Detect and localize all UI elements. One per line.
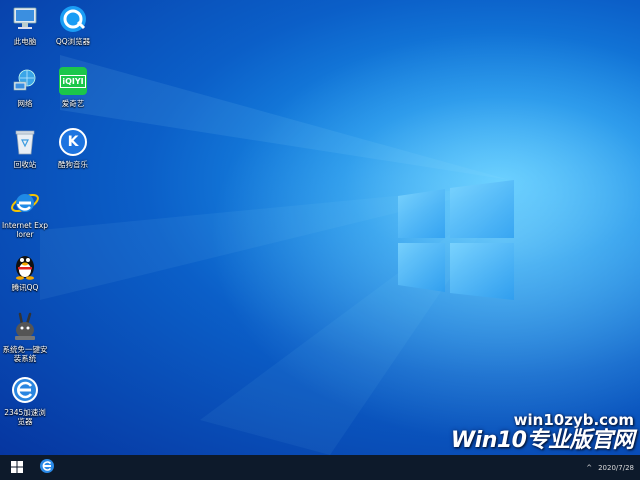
watermark: win10zyb.com Win10专业版官网: [450, 411, 635, 453]
watermark-url: win10zyb.com: [513, 411, 634, 429]
internet-explorer-icon: [10, 188, 40, 218]
desktop-icon-one-click-installer[interactable]: 系统免一键安装系统: [1, 312, 49, 363]
desktop-icon-label: 爱奇艺: [61, 99, 85, 108]
logo-pane-tr: [450, 180, 514, 238]
2345-browser-icon: [10, 375, 40, 405]
desktop-icon-label: 系统免一键安装系统: [2, 345, 48, 363]
desktop-icon-2345-browser[interactable]: 2345加速浏览器: [1, 375, 49, 426]
desktop-icon-recycle-bin[interactable]: 回收站: [1, 127, 49, 169]
system-tray: ^ 2020/7/28: [586, 455, 634, 480]
desktop-icon-label: 回收站: [13, 160, 37, 169]
logo-pane-tl: [398, 189, 445, 238]
start-button[interactable]: [0, 455, 34, 480]
network-icon: [10, 66, 40, 96]
desktop-icon-iqiyi[interactable]: iQIYI 爱奇艺: [49, 66, 97, 108]
tray-clock-date[interactable]: 2020/7/28: [598, 464, 634, 472]
desktop-icon-label: 此电脑: [13, 37, 37, 46]
watermark-brand: Win10专业版官网: [450, 428, 635, 453]
iqiyi-icon: iQIYI: [58, 66, 88, 96]
desktop-icon-label: 2345加速浏览器: [4, 408, 46, 426]
kugou-logo-text: K: [67, 134, 79, 150]
qq-browser-icon: [58, 4, 88, 34]
desktop-icon-label: 腾讯QQ: [11, 283, 39, 292]
kugou-icon: K: [58, 127, 88, 157]
windows-start-icon: [11, 458, 23, 477]
logo-pane-bl: [398, 243, 445, 292]
computer-icon: [10, 4, 40, 34]
desktop-icon-network[interactable]: 网络: [1, 66, 49, 108]
logo-pane-br: [450, 243, 514, 300]
chevron-up-icon[interactable]: ^: [586, 464, 592, 472]
recycle-bin-icon: [10, 127, 40, 157]
iqiyi-logo-text: iQIYI: [60, 74, 86, 88]
edge-browser-icon: [39, 458, 55, 478]
taskbar-pinned-browser[interactable]: [30, 455, 64, 480]
desktop-icon-label: 酷狗音乐: [58, 160, 88, 169]
desktop-wallpaper: 此电脑 QQ浏览器 网络 iQIYI 爱奇艺 回收站 K 酷狗音乐 Intern…: [0, 0, 640, 455]
desktop-icon-label: QQ浏览器: [55, 37, 91, 46]
installer-rabbit-icon: [10, 312, 40, 342]
desktop-icon-internet-explorer[interactable]: Internet Explorer: [1, 188, 49, 239]
desktop-icon-qq-browser[interactable]: QQ浏览器: [49, 4, 97, 46]
desktop-icon-kugou[interactable]: K 酷狗音乐: [49, 127, 97, 169]
desktop-icon-tencent-qq[interactable]: 腾讯QQ: [1, 250, 49, 292]
desktop-icon-label: Internet Explorer: [1, 221, 49, 239]
taskbar: ^ 2020/7/28: [0, 455, 640, 480]
qq-penguin-icon: [10, 250, 40, 280]
desktop-icon-this-pc[interactable]: 此电脑: [1, 4, 49, 46]
desktop-icon-label: 网络: [17, 99, 33, 108]
